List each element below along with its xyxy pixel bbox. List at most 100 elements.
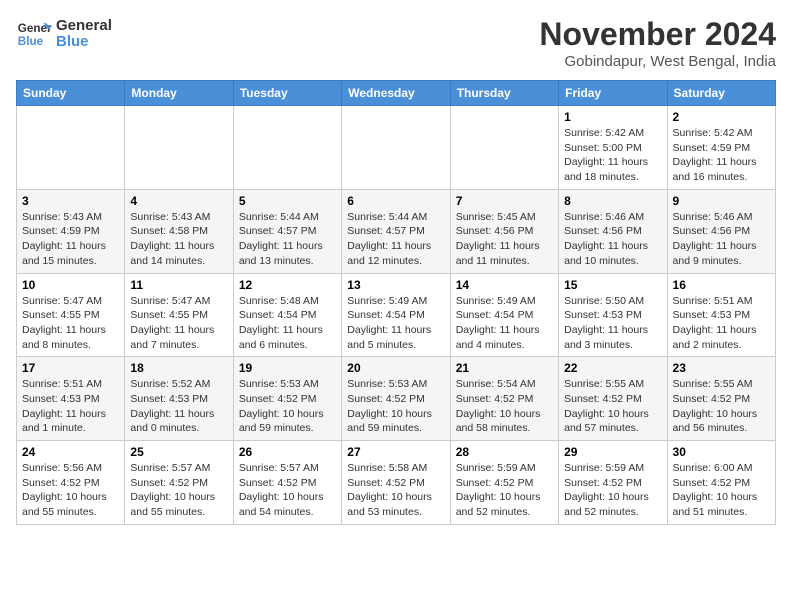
calendar-cell: 28Sunrise: 5:59 AM Sunset: 4:52 PM Dayli… [450,441,558,525]
weekday-header: Saturday [667,81,775,106]
day-info: Sunrise: 5:55 AM Sunset: 4:52 PM Dayligh… [673,377,770,436]
title-block: November 2024 Gobindapur, West Bengal, I… [539,16,776,70]
day-number: 21 [456,361,553,375]
day-info: Sunrise: 5:47 AM Sunset: 4:55 PM Dayligh… [130,294,227,353]
day-info: Sunrise: 5:50 AM Sunset: 4:53 PM Dayligh… [564,294,661,353]
logo-icon: General Blue [16,16,52,52]
weekday-header: Sunday [17,81,125,106]
day-info: Sunrise: 5:43 AM Sunset: 4:59 PM Dayligh… [22,210,119,269]
day-number: 14 [456,278,553,292]
day-number: 15 [564,278,661,292]
calendar-cell: 20Sunrise: 5:53 AM Sunset: 4:52 PM Dayli… [342,357,450,441]
logo-line1: General [56,18,112,35]
day-info: Sunrise: 5:57 AM Sunset: 4:52 PM Dayligh… [130,461,227,520]
day-info: Sunrise: 5:55 AM Sunset: 4:52 PM Dayligh… [564,377,661,436]
day-info: Sunrise: 5:51 AM Sunset: 4:53 PM Dayligh… [22,377,119,436]
day-number: 3 [22,194,119,208]
calendar-cell [125,106,233,190]
weekday-header: Friday [559,81,667,106]
calendar-cell: 13 Sunrise: 5:49 AM Sunset: 4:54 PM Dayli… [342,273,450,357]
calendar-cell: 14 Sunrise: 5:49 AM Sunset: 4:54 PM Dayli… [450,273,558,357]
calendar-cell: 12Sunrise: 5:48 AM Sunset: 4:54 PM Dayli… [233,273,341,357]
day-info: Sunrise: 5:59 AM Sunset: 4:52 PM Dayligh… [456,461,553,520]
weekday-header: Monday [125,81,233,106]
weekday-header: Thursday [450,81,558,106]
day-number: 25 [130,445,227,459]
calendar-cell: 10 Sunrise: 5:47 AM Sunset: 4:55 PM Dayli… [17,273,125,357]
day-number: 9 [673,194,770,208]
calendar-cell: 9 Sunrise: 5:46 AM Sunset: 4:56 PM Daylig… [667,189,775,273]
day-info: Sunrise: 5:46 AM Sunset: 4:56 PM Dayligh… [673,210,770,269]
page-header: General Blue General Blue November 2024 … [16,16,776,70]
day-info: Sunrise: 5:52 AM Sunset: 4:53 PM Dayligh… [130,377,227,436]
calendar-cell: 29 Sunrise: 5:59 AM Sunset: 4:52 PM Dayli… [559,441,667,525]
weekday-header: Wednesday [342,81,450,106]
calendar-table: SundayMondayTuesdayWednesdayThursdayFrid… [16,80,776,525]
calendar-cell: 16 Sunrise: 5:51 AM Sunset: 4:53 PM Dayli… [667,273,775,357]
day-info: Sunrise: 5:59 AM Sunset: 4:52 PM Dayligh… [564,461,661,520]
day-number: 23 [673,361,770,375]
day-info: Sunrise: 5:58 AM Sunset: 4:52 PM Dayligh… [347,461,444,520]
day-info: Sunrise: 5:42 AM Sunset: 4:59 PM Dayligh… [673,126,770,185]
calendar-week-row: 1 Sunrise: 5:42 AM Sunset: 5:00 PM Daylig… [17,106,776,190]
day-info: Sunrise: 5:57 AM Sunset: 4:52 PM Dayligh… [239,461,336,520]
day-number: 26 [239,445,336,459]
day-info: Sunrise: 5:53 AM Sunset: 4:52 PM Dayligh… [239,377,336,436]
calendar-cell [233,106,341,190]
calendar-cell: 22 Sunrise: 5:55 AM Sunset: 4:52 PM Dayli… [559,357,667,441]
day-number: 8 [564,194,661,208]
day-number: 10 [22,278,119,292]
day-number: 7 [456,194,553,208]
logo-line2: Blue [56,34,112,51]
day-info: Sunrise: 5:49 AM Sunset: 4:54 PM Dayligh… [456,294,553,353]
calendar-cell: 7 Sunrise: 5:45 AM Sunset: 4:56 PM Daylig… [450,189,558,273]
calendar-cell: 27 Sunrise: 5:58 AM Sunset: 4:52 PM Dayli… [342,441,450,525]
day-number: 17 [22,361,119,375]
day-number: 27 [347,445,444,459]
day-number: 22 [564,361,661,375]
day-info: Sunrise: 5:44 AM Sunset: 4:57 PM Dayligh… [239,210,336,269]
calendar-week-row: 17 Sunrise: 5:51 AM Sunset: 4:53 PM Dayli… [17,357,776,441]
day-info: Sunrise: 5:49 AM Sunset: 4:54 PM Dayligh… [347,294,444,353]
calendar-week-row: 10 Sunrise: 5:47 AM Sunset: 4:55 PM Dayli… [17,273,776,357]
day-info: Sunrise: 5:48 AM Sunset: 4:54 PM Dayligh… [239,294,336,353]
day-info: Sunrise: 5:43 AM Sunset: 4:58 PM Dayligh… [130,210,227,269]
calendar-cell: 3 Sunrise: 5:43 AM Sunset: 4:59 PM Daylig… [17,189,125,273]
calendar-cell: 18 Sunrise: 5:52 AM Sunset: 4:53 PM Dayli… [125,357,233,441]
calendar-cell: 26 Sunrise: 5:57 AM Sunset: 4:52 PM Dayli… [233,441,341,525]
calendar-cell: 8Sunrise: 5:46 AM Sunset: 4:56 PM Daylig… [559,189,667,273]
day-info: Sunrise: 6:00 AM Sunset: 4:52 PM Dayligh… [673,461,770,520]
logo: General Blue General Blue [16,16,112,52]
calendar-cell: 4Sunrise: 5:43 AM Sunset: 4:58 PM Daylig… [125,189,233,273]
day-info: Sunrise: 5:45 AM Sunset: 4:56 PM Dayligh… [456,210,553,269]
day-info: Sunrise: 5:56 AM Sunset: 4:52 PM Dayligh… [22,461,119,520]
day-info: Sunrise: 5:51 AM Sunset: 4:53 PM Dayligh… [673,294,770,353]
day-info: Sunrise: 5:42 AM Sunset: 5:00 PM Dayligh… [564,126,661,185]
calendar-header-row: SundayMondayTuesdayWednesdayThursdayFrid… [17,81,776,106]
calendar-cell [450,106,558,190]
day-number: 11 [130,278,227,292]
calendar-cell: 5 Sunrise: 5:44 AM Sunset: 4:57 PM Daylig… [233,189,341,273]
calendar-cell: 23 Sunrise: 5:55 AM Sunset: 4:52 PM Dayli… [667,357,775,441]
day-info: Sunrise: 5:44 AM Sunset: 4:57 PM Dayligh… [347,210,444,269]
day-info: Sunrise: 5:47 AM Sunset: 4:55 PM Dayligh… [22,294,119,353]
day-number: 30 [673,445,770,459]
day-info: Sunrise: 5:53 AM Sunset: 4:52 PM Dayligh… [347,377,444,436]
calendar-cell: 25 Sunrise: 5:57 AM Sunset: 4:52 PM Dayli… [125,441,233,525]
calendar-week-row: 24Sunrise: 5:56 AM Sunset: 4:52 PM Dayli… [17,441,776,525]
calendar-cell: 17 Sunrise: 5:51 AM Sunset: 4:53 PM Dayli… [17,357,125,441]
day-number: 16 [673,278,770,292]
day-number: 29 [564,445,661,459]
day-number: 18 [130,361,227,375]
calendar-cell [17,106,125,190]
day-info: Sunrise: 5:54 AM Sunset: 4:52 PM Dayligh… [456,377,553,436]
weekday-header: Tuesday [233,81,341,106]
calendar-cell: 19Sunrise: 5:53 AM Sunset: 4:52 PM Dayli… [233,357,341,441]
day-number: 13 [347,278,444,292]
svg-text:Blue: Blue [18,35,44,48]
day-number: 6 [347,194,444,208]
calendar-cell: 6 Sunrise: 5:44 AM Sunset: 4:57 PM Daylig… [342,189,450,273]
day-number: 2 [673,110,770,124]
day-number: 1 [564,110,661,124]
day-number: 5 [239,194,336,208]
